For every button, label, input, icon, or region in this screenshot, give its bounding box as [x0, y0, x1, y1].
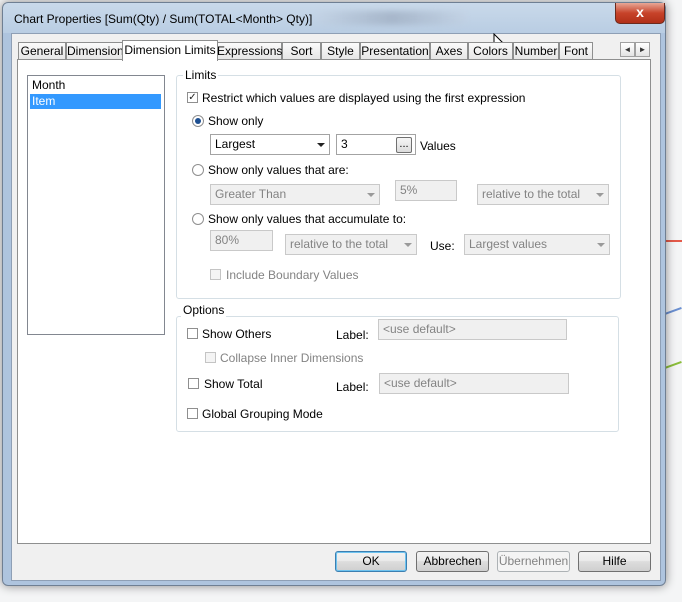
accumulate-label: Show only values that accumulate to: — [208, 212, 407, 226]
show-total-checkbox[interactable] — [188, 378, 199, 389]
chevron-down-icon — [317, 143, 325, 147]
close-button[interactable]: x — [615, 3, 665, 24]
options-group-title: Options — [181, 303, 227, 317]
chevron-down-icon — [596, 193, 604, 197]
global-grouping-label: Global Grouping Mode — [202, 407, 323, 421]
total-label-input: <use default> — [379, 373, 569, 394]
others-label-input: <use default> — [378, 319, 567, 340]
tab-sort[interactable]: Sort — [282, 42, 321, 59]
collapse-label: Collapse Inner Dimensions — [220, 351, 364, 365]
dimension-listbox[interactable]: Month Item — [27, 75, 165, 335]
dimension-item-item[interactable]: Item — [30, 94, 161, 109]
accumulate-relative-value: relative to the total — [290, 237, 389, 251]
chevron-down-icon — [367, 193, 375, 197]
restrict-label: Restrict which values are displayed usin… — [202, 91, 526, 105]
show-others-label: Show Others — [202, 327, 272, 341]
help-button[interactable]: Hilfe — [578, 551, 651, 572]
include-boundary-checkbox — [210, 269, 221, 280]
show-only-combo[interactable]: Largest — [210, 134, 330, 155]
operator-combo-value: Greater Than — [215, 187, 287, 201]
show-others-checkbox[interactable] — [187, 328, 198, 339]
chevron-down-icon — [404, 243, 412, 247]
tab-colors[interactable]: Colors — [468, 42, 513, 59]
tab-scroll-right-icon[interactable]: ► — [635, 42, 650, 57]
accumulate-radio[interactable] — [192, 213, 204, 225]
tab-font[interactable]: Font — [559, 42, 593, 59]
show-only-values-label: Show only values that are: — [208, 163, 349, 177]
restrict-checkbox[interactable]: ✓ — [187, 92, 198, 103]
background-chart-line-red — [664, 240, 682, 242]
tab-axes[interactable]: Axes — [430, 42, 468, 59]
others-label-caption: Label: — [336, 328, 369, 342]
use-label: Use: — [430, 239, 455, 253]
use-combo: Largest values — [464, 234, 610, 255]
tab-dimension-limits[interactable]: Dimension Limits — [122, 40, 218, 61]
show-only-radio[interactable] — [192, 115, 204, 127]
cancel-button[interactable]: Abbrechen — [416, 551, 489, 572]
values-relative-value: relative to the total — [482, 187, 581, 201]
tab-style[interactable]: Style — [321, 42, 360, 59]
tab-scroll-left-icon[interactable]: ◄ — [620, 42, 635, 57]
total-label-caption: Label: — [336, 380, 369, 394]
use-combo-value: Largest values — [469, 237, 548, 251]
limits-group-title: Limits — [183, 68, 219, 82]
global-grouping-checkbox[interactable] — [187, 408, 198, 419]
tab-number[interactable]: Number — [513, 42, 559, 59]
values-label: Values — [420, 139, 456, 153]
tab-expressions[interactable]: Expressions — [216, 42, 282, 59]
accumulate-percent-input: 80% — [210, 230, 273, 251]
values-percent-input: 5% — [395, 180, 457, 201]
title-blur — [317, 11, 467, 25]
accumulate-relative-combo: relative to the total — [285, 234, 417, 255]
show-total-label: Show Total — [204, 377, 263, 391]
chevron-down-icon — [597, 243, 605, 247]
include-boundary-label: Include Boundary Values — [226, 268, 359, 282]
tab-dimensions[interactable]: Dimensions — [66, 42, 130, 59]
show-only-combo-value: Largest — [215, 137, 256, 151]
show-only-values-radio[interactable] — [192, 164, 204, 176]
operator-combo: Greater Than — [210, 184, 380, 205]
tab-general[interactable]: General — [18, 42, 66, 59]
values-relative-combo: relative to the total — [477, 184, 609, 205]
dimension-item-month[interactable]: Month — [30, 78, 161, 93]
count-expression-button[interactable]: ... — [396, 137, 412, 153]
ok-button[interactable]: OK — [335, 551, 407, 572]
show-only-label: Show only — [208, 114, 264, 128]
tab-presentation[interactable]: Presentation — [360, 42, 430, 59]
collapse-checkbox — [205, 352, 216, 363]
window-title: Chart Properties [Sum(Qty) / Sum(TOTAL<M… — [14, 12, 313, 26]
apply-button: Übernehmen — [497, 551, 570, 572]
